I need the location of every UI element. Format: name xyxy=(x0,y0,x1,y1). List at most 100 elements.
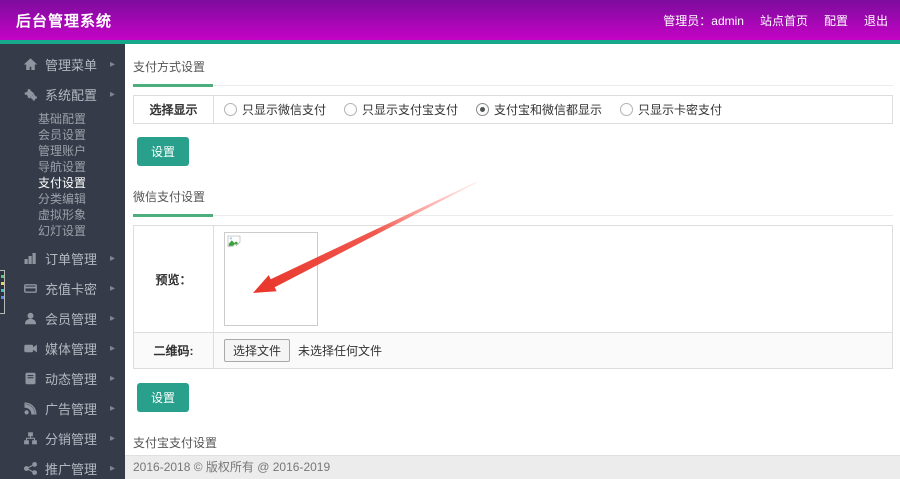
sidebar-subitem-member-settings[interactable]: 会员设置 xyxy=(0,127,125,143)
cogs-icon xyxy=(24,88,39,101)
user-icon xyxy=(24,312,39,325)
credit-card-icon xyxy=(24,282,39,295)
sidebar-item-media[interactable]: 媒体管理 xyxy=(0,333,125,363)
radio-icon[interactable] xyxy=(476,103,490,116)
accent-bar xyxy=(0,40,900,44)
chevron-right-icon xyxy=(110,313,115,324)
sidebar-item-label: 广告管理 xyxy=(45,401,98,417)
display-mode-radio-group: 只显示微信支付 只显示支付宝支付 支付宝和微信都显示 只显示卡密支付 xyxy=(224,102,882,117)
preview-label: 预览： xyxy=(133,225,214,333)
chevron-right-icon xyxy=(110,283,115,294)
config-link[interactable]: 配置 xyxy=(824,12,848,29)
radio-label: 只显示支付宝支付 xyxy=(362,103,459,117)
radio-option-wechat-only[interactable]: 只显示微信支付 xyxy=(224,101,326,118)
radio-option-alipay-only[interactable]: 只显示支付宝支付 xyxy=(344,101,458,118)
sidebar-item-label: 充值卡密 xyxy=(45,281,98,297)
qrcode-label: 二维码: xyxy=(133,332,214,369)
sidebar-subitem-slideshow[interactable]: 幻灯设置 xyxy=(0,223,125,239)
top-header: 后台管理系统 管理员：admin 站点首页 配置 退出 xyxy=(0,0,900,40)
radio-option-both[interactable]: 支付宝和微信都显示 xyxy=(476,101,602,118)
sidebar-item-manage-menu[interactable]: 管理菜单 xyxy=(0,49,125,79)
radio-icon[interactable] xyxy=(344,103,358,116)
radio-label: 只显示微信支付 xyxy=(242,103,327,117)
logout-link[interactable]: 退出 xyxy=(864,12,888,29)
system-config-submenu: 基础配置 会员设置 管理账户 导航设置 支付设置 分类编辑 虚拟形象 幻灯设置 xyxy=(0,109,125,243)
sidebar-item-recharge-cards[interactable]: 充值卡密 xyxy=(0,273,125,303)
sidebar-item-dynamics[interactable]: 动态管理 xyxy=(0,363,125,393)
sidebar-subitem-admin-account[interactable]: 管理账户 xyxy=(0,143,125,159)
broken-image-icon xyxy=(227,235,241,247)
sitemap-icon xyxy=(24,431,39,445)
header-nav: 管理员：admin 站点首页 配置 退出 xyxy=(663,12,900,29)
active-tab-underline xyxy=(133,84,213,87)
sidebar-subitem-payment-settings[interactable]: 支付设置 xyxy=(0,175,125,191)
chevron-right-icon xyxy=(110,373,115,384)
sidebar-subitem-avatar[interactable]: 虚拟形象 xyxy=(0,207,125,223)
app-title: 后台管理系统 xyxy=(16,12,113,30)
rss-icon xyxy=(24,401,39,415)
footer: 2016-2018 © 版权所有 @ 2016-2019 xyxy=(125,455,900,479)
sidebar-item-label: 会员管理 xyxy=(45,311,98,327)
sidebar-item-distribution[interactable]: 分销管理 xyxy=(0,423,125,453)
file-input-cell: 选择文件 未选择任何文件 xyxy=(213,332,893,369)
chevron-right-icon xyxy=(110,89,115,100)
video-icon xyxy=(24,342,39,355)
site-home-link[interactable]: 站点首页 xyxy=(760,12,808,29)
payment-method-table: 选择显示 只显示微信支付 只显示支付宝支付 支付宝和微信都显示 只显示卡密支付 xyxy=(133,95,893,124)
sidebar-item-label: 媒体管理 xyxy=(45,341,98,357)
sidebar-item-label: 系统配置 xyxy=(45,87,98,103)
chevron-right-icon xyxy=(110,59,115,70)
sidebar-item-label: 动态管理 xyxy=(45,371,98,387)
radio-group-cell: 只显示微信支付 只显示支付宝支付 支付宝和微信都显示 只显示卡密支付 xyxy=(213,95,893,124)
sidebar-item-members[interactable]: 会员管理 xyxy=(0,303,125,333)
sidebar-subitem-basic-config[interactable]: 基础配置 xyxy=(0,111,125,127)
table-row: 二维码: 选择文件 未选择任何文件 xyxy=(133,332,893,369)
chevron-right-icon xyxy=(110,433,115,444)
wechat-save-button[interactable]: 设置 xyxy=(137,383,190,412)
table-row: 预览： xyxy=(133,225,893,333)
section-wechat-header: 微信支付设置 xyxy=(133,182,893,217)
main-content: 支付方式设置 选择显示 只显示微信支付 只显示支付宝支付 支付宝和微信都显示 只… xyxy=(125,44,900,479)
table-row: 选择显示 只显示微信支付 只显示支付宝支付 支付宝和微信都显示 只显示卡密支付 xyxy=(133,95,893,124)
edge-widget xyxy=(0,270,5,314)
radio-label: 支付宝和微信都显示 xyxy=(494,103,603,117)
sidebar: 管理菜单 系统配置 基础配置 会员设置 管理账户 导航设置 支付设置 分类编辑 … xyxy=(0,44,125,479)
sidebar-item-promotion[interactable]: 推广管理 xyxy=(0,453,125,479)
sidebar-item-label: 推广管理 xyxy=(45,461,98,477)
row-label: 选择显示 xyxy=(133,95,214,124)
section-payment-method-header: 支付方式设置 xyxy=(133,52,893,87)
choose-file-button[interactable]: 选择文件 xyxy=(224,339,291,362)
sidebar-item-label: 管理菜单 xyxy=(45,57,98,73)
home-icon xyxy=(24,57,39,71)
radio-icon[interactable] xyxy=(620,103,634,116)
sidebar-subitem-nav-settings[interactable]: 导航设置 xyxy=(0,159,125,175)
sidebar-item-ads[interactable]: 广告管理 xyxy=(0,393,125,423)
sidebar-subitem-category-edit[interactable]: 分类编辑 xyxy=(0,191,125,207)
file-status-text: 未选择任何文件 xyxy=(298,344,383,358)
section-title: 微信支付设置 xyxy=(133,190,206,204)
payment-method-save-button[interactable]: 设置 xyxy=(137,137,190,166)
book-icon xyxy=(24,372,39,385)
active-tab-underline xyxy=(133,214,213,217)
admin-user-label: 管理员：admin xyxy=(663,13,744,28)
sidebar-item-system-config[interactable]: 系统配置 xyxy=(0,79,125,109)
bar-chart-icon xyxy=(24,252,39,265)
share-icon xyxy=(24,461,39,475)
chevron-right-icon xyxy=(110,403,115,414)
section-title: 支付宝支付设置 xyxy=(133,436,218,450)
chevron-right-icon xyxy=(110,343,115,354)
radio-option-card-only[interactable]: 只显示卡密支付 xyxy=(620,101,722,118)
section-title: 支付方式设置 xyxy=(133,60,206,74)
admin-page: 后台管理系统 管理员：admin 站点首页 配置 退出 管理菜单 系统配置 基础… xyxy=(0,0,900,479)
copyright-text: 2016-2018 © 版权所有 @ 2016-2019 xyxy=(133,460,331,474)
sidebar-item-orders[interactable]: 订单管理 xyxy=(0,243,125,273)
radio-icon[interactable] xyxy=(224,103,237,116)
preview-cell xyxy=(213,225,893,333)
sidebar-item-label: 订单管理 xyxy=(45,251,98,267)
sidebar-item-label: 分销管理 xyxy=(45,431,98,447)
chevron-right-icon xyxy=(110,253,115,264)
radio-label: 只显示卡密支付 xyxy=(638,103,723,117)
wechat-table: 预览： 二维码: 选择文件 未选择任何文件 xyxy=(133,225,893,369)
chevron-right-icon xyxy=(110,463,115,474)
wechat-qr-preview-image xyxy=(224,232,318,326)
